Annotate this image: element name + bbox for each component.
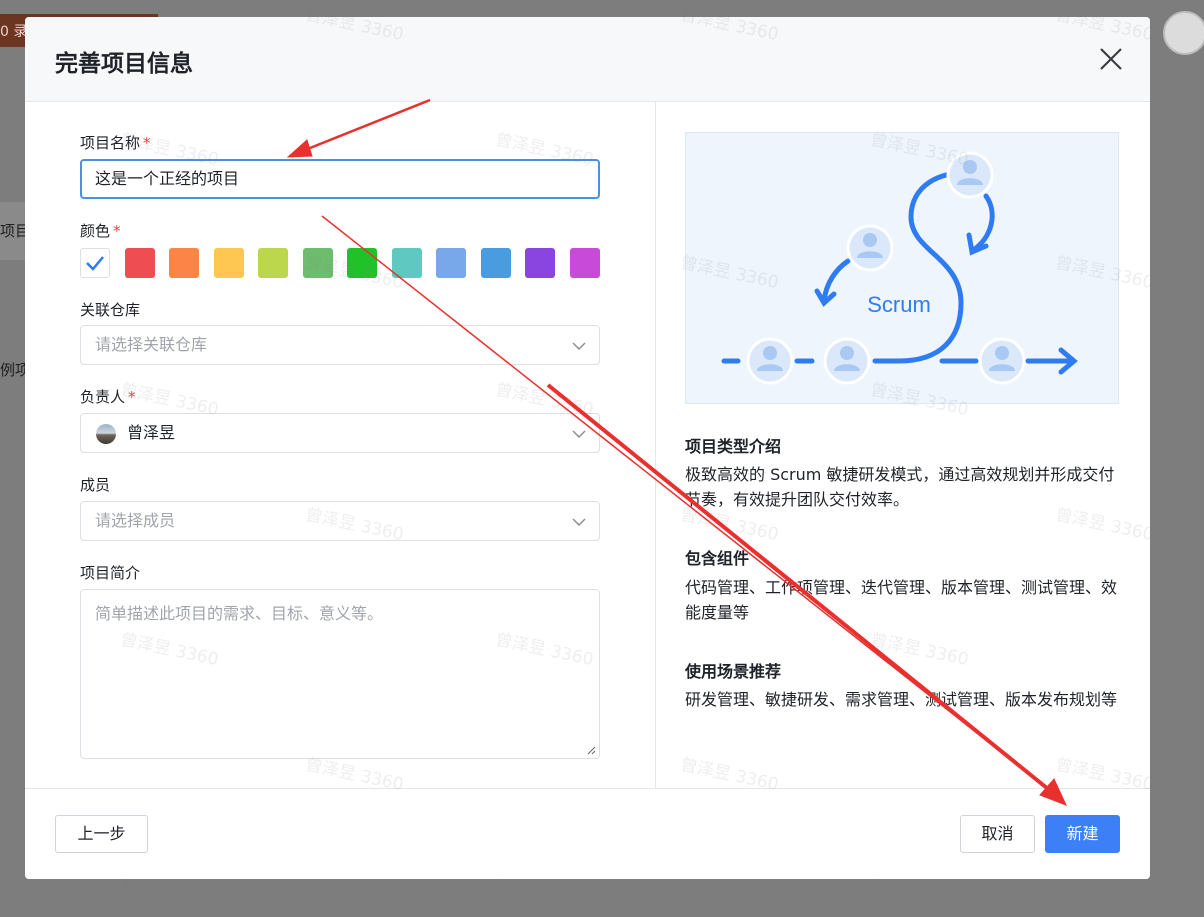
chevron-down-icon: [572, 430, 586, 439]
prev-step-button[interactable]: 上一步: [55, 815, 148, 853]
close-icon[interactable]: [1098, 46, 1124, 72]
user-avatar[interactable]: [1163, 11, 1204, 55]
repo-label: 关联仓库: [80, 301, 141, 319]
project-form: 项目名称 * 这是一个正经的项目 颜色 * 关联仓库 请选择关联仓库 负责人 * 曾泽…: [25, 102, 655, 788]
description-placeholder: 简单描述此项目的需求、目标、意义等。: [95, 604, 384, 623]
chevron-down-icon: [572, 342, 586, 351]
owner-select[interactable]: 曾泽昱: [80, 413, 600, 453]
color-swatch[interactable]: [525, 248, 555, 278]
member-label: 成员: [80, 476, 111, 494]
repo-select[interactable]: 请选择关联仓库: [80, 325, 600, 365]
owner-name: 曾泽昱: [127, 423, 176, 442]
color-swatch[interactable]: [169, 248, 199, 278]
color-swatch[interactable]: [302, 248, 333, 278]
project-name-label: 项目名称 *: [80, 134, 151, 152]
scenes-title: 使用场景推荐: [685, 662, 782, 681]
components-description: 代码管理、工作项管理、迭代管理、版本管理、测试管理、效能度量等: [685, 578, 1118, 622]
resize-handle-icon[interactable]: [586, 745, 596, 755]
description-label: 项目简介: [80, 564, 141, 582]
scrum-diagram: Scrum: [721, 151, 1078, 385]
chevron-down-icon: [572, 518, 586, 527]
cancel-button[interactable]: 取消: [960, 815, 1035, 853]
dialog-header: 完善项目信息: [25, 17, 1150, 102]
type-description: 极致高效的 Scrum 敏捷研发模式，通过高效规划并形成交付节奏，有效提升团队交…: [685, 465, 1115, 509]
project-name-input[interactable]: 这是一个正经的项目: [80, 159, 600, 199]
description-textarea[interactable]: 简单描述此项目的需求、目标、意义等。: [80, 589, 600, 759]
color-swatch[interactable]: [391, 248, 422, 278]
check-icon: [86, 256, 104, 271]
member-placeholder: 请选择成员: [95, 511, 176, 530]
scrum-label: Scrum: [867, 292, 931, 317]
scrum-illustration: Scrum: [685, 132, 1119, 404]
color-swatch[interactable]: [569, 248, 600, 278]
owner-avatar: [96, 424, 116, 444]
dialog-title: 完善项目信息: [55, 51, 193, 77]
color-swatch[interactable]: [347, 248, 377, 278]
user-icons: [746, 151, 1026, 385]
member-select[interactable]: 请选择成员: [80, 501, 600, 541]
owner-label: 负责人 *: [80, 388, 136, 406]
dialog-footer: 上一步 取消 新建: [25, 788, 1150, 879]
project-type-info: Scrum 项目类型介绍 极致高效的 Scrum 敏捷研发模式，通过高效规划并形…: [656, 102, 1150, 788]
color-swatch[interactable]: [213, 248, 244, 278]
repo-placeholder: 请选择关联仓库: [95, 335, 208, 354]
color-swatch[interactable]: [258, 248, 288, 278]
complete-project-dialog: 完善项目信息 项目名称 * 这是一个正经的项目 颜色 * 关联仓库 请选择关联仓库 …: [25, 17, 1150, 879]
color-swatch[interactable]: [80, 248, 110, 278]
color-swatch[interactable]: [480, 248, 511, 278]
color-swatch[interactable]: [436, 248, 466, 278]
components-title: 包含组件: [685, 549, 750, 568]
scenes-description: 研发管理、敏捷研发、需求管理、测试管理、版本发布规划等: [685, 690, 1118, 709]
type-title: 项目类型介绍: [685, 437, 782, 456]
create-button[interactable]: 新建: [1045, 815, 1120, 853]
color-swatch[interactable]: [124, 248, 155, 278]
background-tab-label: 0 录: [0, 24, 28, 40]
color-label: 颜色 *: [80, 222, 121, 240]
